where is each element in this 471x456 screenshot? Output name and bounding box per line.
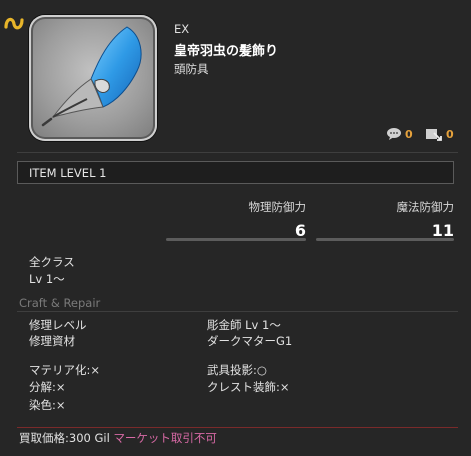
expansion-icon xyxy=(4,17,24,30)
stat-bar-magic xyxy=(316,238,454,241)
divider xyxy=(17,152,458,153)
divider xyxy=(17,311,458,312)
item-name: 皇帝羽虫の髪飾り xyxy=(174,44,279,59)
repair-level-label: 修理レベル xyxy=(29,318,87,332)
sell-price-text: 買取価格:300 Gil xyxy=(19,431,110,445)
crest-status: クレスト装飾:× xyxy=(207,380,290,394)
materia-status: マテリア化:× xyxy=(29,363,101,377)
sell-price: 買取価格:300 Gil マーケット取引不可 xyxy=(19,430,217,446)
stat-bar-physical xyxy=(166,238,306,241)
equip-level: Lv 1～ xyxy=(29,272,65,286)
market-status: マーケット取引不可 xyxy=(113,431,217,445)
item-category-tag: EX xyxy=(174,22,190,36)
favorite-count: 0 xyxy=(446,128,454,141)
glamour-status: 武具投影:○ xyxy=(207,363,267,377)
repair-material-value: ダークマターG1 xyxy=(207,334,293,348)
desynth-status: 分解:× xyxy=(29,380,66,394)
repair-material-label: 修理資材 xyxy=(29,334,75,348)
stat-label-physical: 物理防御力 xyxy=(248,200,307,214)
item-icon[interactable] xyxy=(29,15,157,141)
craft-repair-header: Craft & Repair xyxy=(19,296,101,310)
footer-divider xyxy=(17,427,458,428)
comment-count: 0 xyxy=(405,128,413,141)
item-level-box: ITEM LEVEL 1 xyxy=(17,161,454,184)
comment-icon[interactable] xyxy=(386,127,402,141)
dye-status: 染色:× xyxy=(29,398,66,412)
repair-level-value: 彫金師 Lv 1～ xyxy=(207,318,281,332)
favorite-icon[interactable] xyxy=(425,126,443,142)
equip-classes: 全クラス xyxy=(29,255,75,269)
item-slot: 頭防具 xyxy=(174,62,209,76)
stat-label-magic: 魔法防御力 xyxy=(396,200,455,214)
